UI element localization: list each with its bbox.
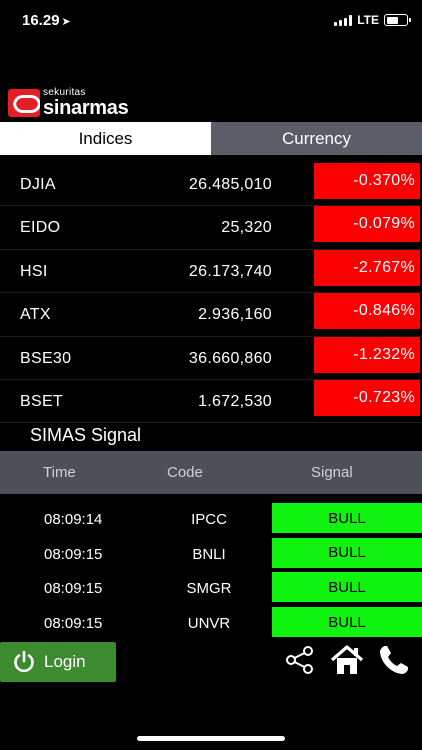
signal-time: 08:09:15	[44, 580, 103, 598]
signal-badge: BULL	[272, 607, 422, 638]
phone-icon[interactable]	[378, 644, 410, 676]
index-name: DJIA	[20, 176, 56, 193]
signal-time: 08:09:15	[44, 545, 103, 563]
index-row[interactable]: DJIA 26.485,010 -0.370%	[0, 163, 422, 207]
home-indicator[interactable]	[137, 736, 285, 741]
tab-indices[interactable]: Indices	[0, 122, 211, 155]
status-bar: 16.29 ➤ LTE	[0, 0, 422, 44]
battery-icon	[384, 14, 411, 26]
header-code: Code	[167, 464, 203, 481]
signal-code: BNLI	[192, 545, 226, 563]
signal-time: 08:09:15	[44, 615, 103, 633]
signal-table-header: Time Code Signal	[0, 451, 422, 494]
signal-code: IPCC	[191, 511, 227, 528]
power-icon	[14, 650, 34, 673]
table-row[interactable]: 08:09:15 SMGR BULL	[0, 570, 422, 605]
signal-time: 08:09:14	[44, 511, 103, 528]
index-value: 36.660,860	[188, 349, 272, 367]
index-value: 26.485,010	[188, 176, 272, 193]
logo-big-text: sinarmas	[43, 97, 129, 119]
login-button[interactable]: Login	[0, 642, 116, 682]
status-time: 16.29 ➤	[22, 12, 71, 29]
bottom-actions	[284, 644, 410, 676]
brand-logo-text: sekuritas sinarmas	[43, 88, 129, 119]
index-change: -0.079%	[314, 206, 420, 243]
header-signal: Signal	[311, 464, 353, 481]
header-time: Time	[43, 464, 76, 481]
indices-list: DJIA 26.485,010 -0.370% EIDO 25,320 -0.0…	[0, 163, 422, 424]
index-row[interactable]: BSET 1.672,530 -0.723%	[0, 379, 422, 424]
index-change: -0.846%	[314, 293, 420, 330]
share-icon[interactable]	[284, 644, 316, 676]
index-name: BSET	[20, 392, 63, 410]
index-row[interactable]: HSI 26.173,740 -2.767%	[0, 249, 422, 294]
signal-icon	[334, 14, 353, 26]
index-value: 1.672,530	[198, 392, 272, 410]
table-row[interactable]: 08:09:15 BNLI BULL	[0, 536, 422, 571]
index-row[interactable]: ATX 2.936,160 -0.846%	[0, 293, 422, 337]
status-indicators: LTE	[334, 13, 411, 27]
network-type: LTE	[357, 13, 379, 27]
index-value: 26.173,740	[188, 262, 272, 280]
index-value: 2.936,160	[198, 306, 272, 324]
signal-section-title: SIMAS Signal	[30, 425, 142, 445]
signal-code: UNVR	[187, 615, 231, 633]
tab-bar: Indices Currency	[0, 122, 422, 155]
signal-badge: BULL	[272, 537, 422, 568]
index-change: -0.370%	[314, 163, 420, 199]
brand-logo-mark	[8, 89, 40, 117]
signal-badge: BULL	[272, 503, 422, 533]
signal-code: SMGR	[186, 580, 232, 598]
index-change: -0.723%	[314, 379, 420, 416]
index-change: -2.767%	[314, 249, 420, 286]
index-name: BSE30	[20, 349, 72, 367]
login-label: Login	[44, 652, 86, 671]
brand-logo: sekuritas sinarmas	[8, 88, 129, 119]
index-row[interactable]: BSE30 36.660,860 -1.232%	[0, 336, 422, 380]
status-time-text: 16.29	[22, 12, 60, 29]
table-row[interactable]: 08:09:15 UNVR BULL	[0, 605, 422, 640]
index-name: HSI	[20, 262, 48, 280]
index-value: 25,320	[221, 219, 272, 237]
index-name: ATX	[20, 306, 51, 324]
home-icon[interactable]	[330, 644, 364, 676]
signal-badge: BULL	[272, 572, 422, 603]
signal-table: 08:09:14 IPCC BULL 08:09:15 BNLI BULL 08…	[0, 501, 422, 640]
table-row[interactable]: 08:09:14 IPCC BULL	[0, 501, 422, 536]
location-arrow-icon: ➤	[61, 16, 71, 28]
index-change: -1.232%	[314, 336, 420, 373]
index-row[interactable]: EIDO 25,320 -0.079%	[0, 206, 422, 250]
index-name: EIDO	[20, 219, 61, 237]
tab-currency[interactable]: Currency	[211, 122, 422, 155]
